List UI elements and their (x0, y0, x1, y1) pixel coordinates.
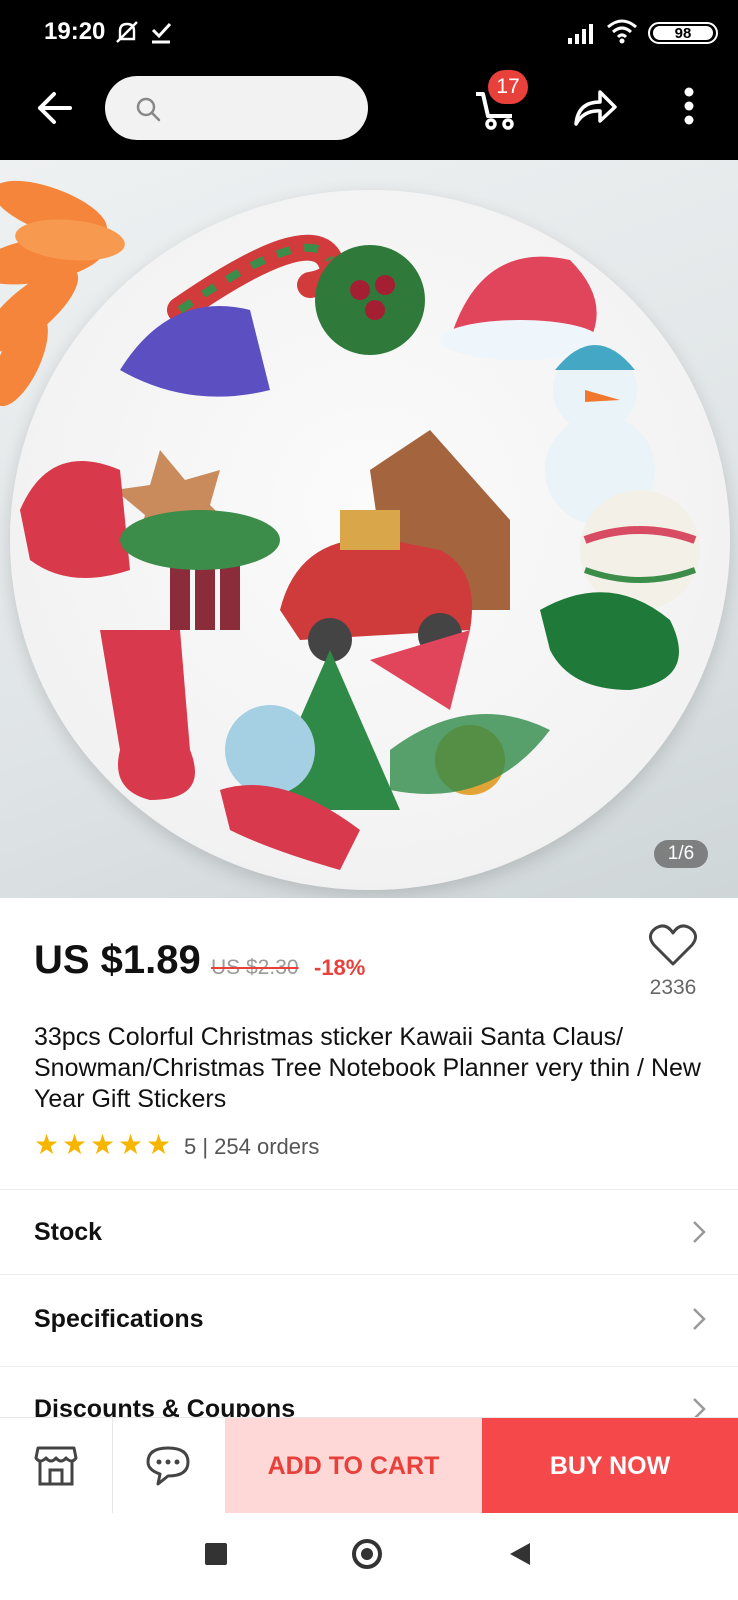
stock-label: Stock (34, 1218, 103, 1246)
star-icon: ★ (118, 1129, 144, 1160)
discounts-coupons-row[interactable]: Discounts & Coupons (0, 1366, 738, 1418)
chat-button[interactable] (112, 1418, 224, 1514)
product-photo (10, 190, 730, 890)
top-app-bar: 17 (0, 68, 738, 160)
product-image-gallery[interactable]: 1/6 (0, 160, 738, 898)
recents-icon[interactable] (205, 1543, 227, 1565)
bottom-action-bar: ADD TO CART BUY NOW (0, 1417, 738, 1514)
stock-row[interactable]: Stock (0, 1189, 738, 1274)
battery-icon: 98 (648, 22, 718, 44)
system-navigation-bar (0, 1513, 738, 1600)
stickers-illustration (20, 234, 700, 870)
star-icon: ★ (34, 1129, 60, 1160)
star-icon: ★ (62, 1129, 88, 1160)
specifications-label: Specifications (34, 1305, 204, 1333)
buy-now-button[interactable]: BUY NOW (482, 1418, 738, 1514)
signal-icon (568, 24, 593, 44)
download-done-icon (151, 22, 172, 44)
search-icon (136, 97, 161, 122)
chevron-right-icon (693, 1308, 706, 1330)
nav-back-icon[interactable] (508, 1541, 532, 1567)
share-icon[interactable] (572, 88, 618, 128)
star-icon: ★ (90, 1129, 116, 1160)
specifications-row[interactable]: Specifications (0, 1274, 738, 1367)
chevron-right-icon (693, 1221, 706, 1243)
status-bar: 19:20 98 (0, 0, 738, 68)
search-input[interactable] (105, 76, 368, 140)
product-title: 33pcs Colorful Christmas sticker Kawaii … (34, 1023, 701, 1113)
star-icon: ★ (146, 1129, 172, 1160)
discount-badge: -18% (314, 955, 366, 980)
wishlist-count: 2336 (649, 976, 697, 999)
chat-icon (146, 1446, 190, 1486)
star-rating: ★ ★ ★ ★ ★ (34, 1129, 174, 1160)
rating-orders-text: 5 | 254 orders (184, 1134, 320, 1159)
store-icon (34, 1446, 78, 1486)
image-pager-indicator: 1/6 (654, 840, 708, 868)
battery-level: 98 (653, 26, 713, 41)
home-icon[interactable] (352, 1539, 382, 1569)
back-arrow-icon[interactable] (34, 88, 74, 128)
original-price: US $2.30 (211, 956, 299, 979)
more-options-icon[interactable] (683, 86, 695, 126)
status-time: 19:20 (44, 18, 106, 45)
wifi-icon (607, 19, 637, 44)
bell-muted-icon (116, 21, 138, 43)
discounts-coupons-label: Discounts & Coupons (34, 1395, 296, 1418)
cart-count-badge: 17 (488, 70, 528, 104)
wishlist-heart-icon[interactable] (648, 924, 698, 968)
current-price: US $1.89 (34, 938, 201, 982)
store-button[interactable] (0, 1418, 113, 1514)
chevron-right-icon (693, 1398, 706, 1418)
add-to-cart-button[interactable]: ADD TO CART (225, 1418, 482, 1514)
